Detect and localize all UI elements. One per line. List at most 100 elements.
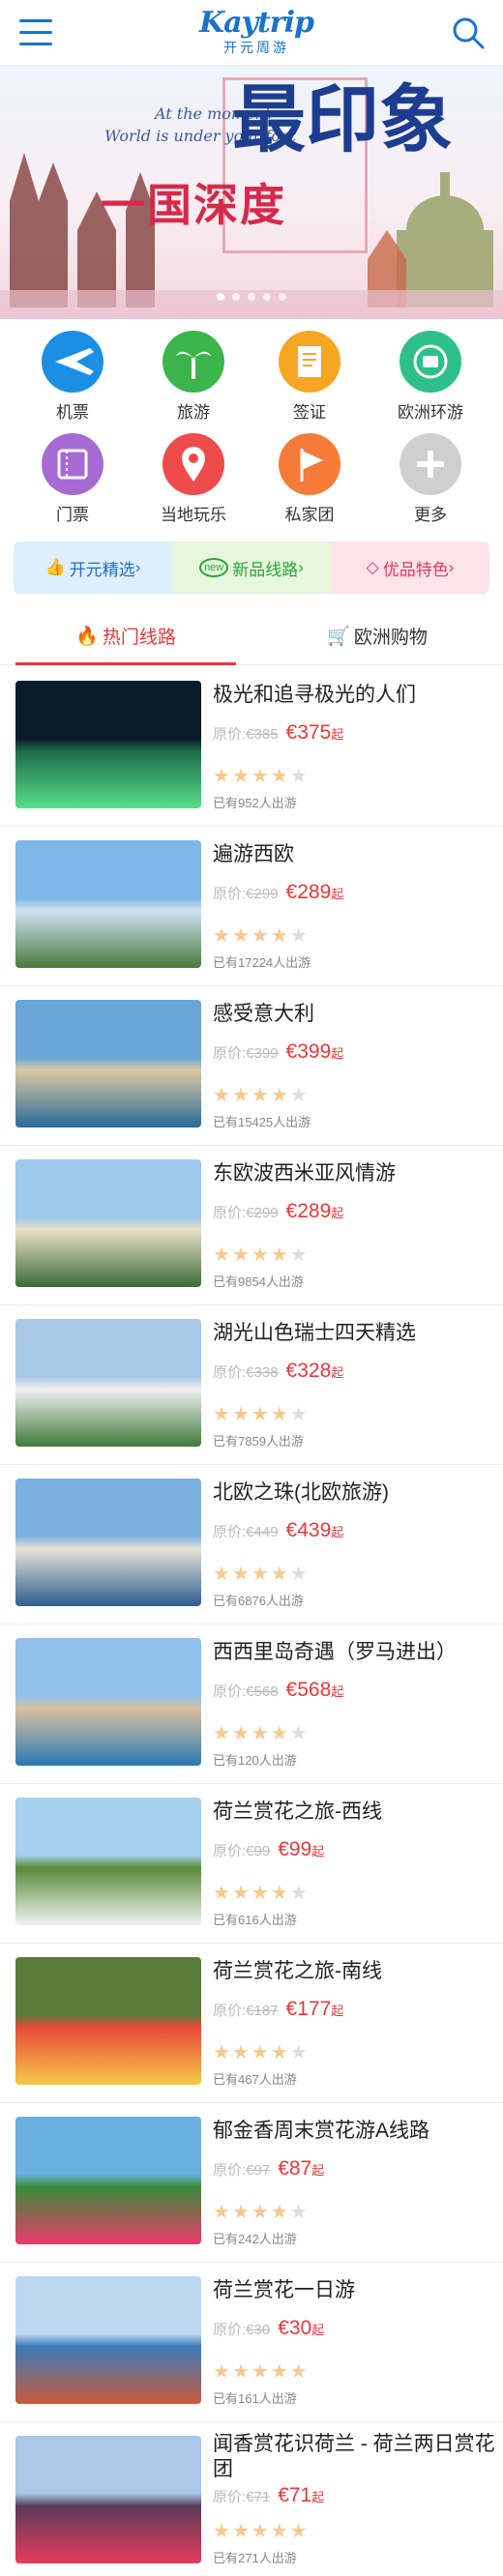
- promo-new[interactable]: new 新品线路 ›: [172, 542, 331, 594]
- tour-thumbnail[interactable]: [15, 1957, 201, 2085]
- tour-thumbnail[interactable]: [15, 1798, 201, 1925]
- tour-item[interactable]: 北欧之珠(北欧旅游) 原价:€449 €439起 ★★★★★ 已有6876人出游: [0, 1465, 503, 1625]
- tour-sold-count: 已有952人出游: [213, 796, 297, 810]
- category-label: 欧洲环游: [398, 403, 463, 422]
- star-icon: ★: [213, 2202, 232, 2223]
- tour-thumbnail[interactable]: [15, 2117, 201, 2244]
- tour-thumbnail[interactable]: [15, 1319, 201, 1447]
- tour-item[interactable]: 极光和追寻极光的人们 原价:€385 €375起 ★★★★★ 已有952人出游: [0, 667, 503, 827]
- category-palm-tree[interactable]: 旅游: [135, 331, 252, 423]
- banner-cn-big: 最印象: [232, 76, 453, 162]
- tour-item[interactable]: 感受意大利 原价:€399 €399起 ★★★★★ 已有15425人出游: [0, 986, 503, 1146]
- star-icon: ★: [231, 2202, 252, 2223]
- tour-item[interactable]: 郁金香周末赏花游A线路 原价:€97 €87起 ★★★★★ 已有242人出游: [0, 2103, 503, 2263]
- category-flag[interactable]: 私家团: [252, 433, 368, 525]
- tour-thumbnail[interactable]: [15, 2276, 201, 2404]
- category-document[interactable]: 签证: [252, 331, 368, 423]
- category-plane[interactable]: 机票: [15, 331, 131, 423]
- tour-item[interactable]: 湖光山色瑞士四天精选 原价:€338 €328起 ★★★★★ 已有7859人出游: [0, 1305, 503, 1465]
- tour-title[interactable]: 遍游西欧: [213, 842, 495, 867]
- tour-item[interactable]: 荷兰赏花一日游 原价:€30 €30起 ★★★★★ 已有161人出游: [0, 2263, 503, 2422]
- star-icon: ★: [289, 1564, 310, 1585]
- category-label: 更多: [414, 506, 447, 524]
- banner-pager[interactable]: [0, 288, 503, 306]
- tour-thumbnail[interactable]: [15, 1478, 201, 1606]
- tour-title[interactable]: 感受意大利: [213, 1002, 495, 1027]
- current-price: €289: [285, 1200, 332, 1222]
- tour-title[interactable]: 西西里岛奇遇（罗马进出）: [213, 1640, 495, 1665]
- tour-thumbnail[interactable]: [15, 1159, 201, 1287]
- orig-price: €449: [246, 1524, 279, 1540]
- menu-icon[interactable]: [19, 19, 52, 46]
- star-icon: ★: [289, 1404, 310, 1425]
- tour-title[interactable]: 荷兰赏花之旅-西线: [213, 1800, 495, 1825]
- tour-item[interactable]: 荷兰赏花之旅-南线 原价:€187 €177起 ★★★★★ 已有467人出游: [0, 1944, 503, 2103]
- category-plus[interactable]: 更多: [372, 433, 488, 525]
- tour-item[interactable]: 西西里岛奇遇（罗马进出） 原价:€568 €568起 ★★★★★ 已有120人出游: [0, 1625, 503, 1784]
- star-icon: ★: [251, 2202, 271, 2223]
- orig-price-prefix: 原价:: [213, 1683, 247, 1700]
- tour-item[interactable]: 遍游西欧 原价:€299 €289起 ★★★★★ 已有17224人出游: [0, 827, 503, 986]
- tour-thumbnail[interactable]: [15, 840, 201, 968]
- star-icon: ★: [213, 2361, 232, 2383]
- category-location-pin[interactable]: 当地玩乐: [135, 433, 252, 525]
- tour-thumbnail[interactable]: [15, 1638, 201, 1766]
- star-icon: ★: [289, 1883, 310, 1904]
- star-icon: ★: [289, 1723, 310, 1744]
- star-rating: ★★★★★: [213, 2519, 310, 2543]
- promo-featured[interactable]: 👍 开元精选 ›: [14, 542, 172, 594]
- star-icon: ★: [213, 1883, 232, 1904]
- palm-tree-icon: [163, 331, 224, 393]
- search-icon[interactable]: [451, 15, 486, 50]
- tour-sold-count: 已有17224人出游: [213, 955, 311, 970]
- orig-price-prefix: 原价:: [213, 2489, 247, 2505]
- tour-title[interactable]: 极光和追寻极光的人们: [213, 683, 495, 708]
- cart-icon: 🛒: [327, 626, 350, 647]
- hero-banner[interactable]: At the moment World is under your foot 一…: [0, 66, 503, 319]
- star-icon: ★: [231, 1404, 252, 1425]
- price-from-suffix: 起: [331, 1046, 344, 1061]
- logo[interactable]: Kaytrip 开元周游: [193, 8, 319, 62]
- orig-price: €99: [246, 1843, 271, 1859]
- tour-thumbnail[interactable]: [15, 1000, 201, 1127]
- tour-title[interactable]: 闻香赏花识荷兰 - 荷兰两日赏花团: [213, 2432, 495, 2482]
- orig-price-prefix: 原价:: [213, 726, 247, 743]
- price-from-suffix: 起: [331, 727, 344, 742]
- star-icon: ★: [231, 1564, 252, 1585]
- tour-price-row: 原价:€399 €399起: [213, 1040, 343, 1064]
- tour-title[interactable]: 荷兰赏花一日游: [213, 2278, 495, 2303]
- tour-title[interactable]: 东欧波西米亚风情游: [213, 1161, 495, 1186]
- tour-item[interactable]: 东欧波西米亚风情游 原价:€299 €289起 ★★★★★ 已有9854人出游: [0, 1146, 503, 1305]
- star-icon: ★: [251, 1723, 271, 1744]
- tour-title[interactable]: 湖光山色瑞士四天精选: [213, 1321, 495, 1346]
- star-icon: ★: [289, 925, 310, 947]
- tour-sold-count: 已有271人出游: [213, 2551, 297, 2565]
- tab-hot-routes[interactable]: 🔥 热门线路: [0, 607, 252, 665]
- tab-europe-shopping[interactable]: 🛒 欧洲购物: [252, 607, 503, 664]
- category-label: 门票: [56, 506, 89, 524]
- orig-price-prefix: 原价:: [213, 1045, 247, 1062]
- current-price: €328: [285, 1360, 332, 1382]
- tour-title[interactable]: 荷兰赏花之旅-南线: [213, 1959, 495, 1984]
- tour-title[interactable]: 郁金香周末赏花游A线路: [213, 2119, 495, 2144]
- star-icon: ★: [289, 766, 310, 787]
- tab-hot-routes-label: 热门线路: [102, 628, 176, 648]
- tour-title[interactable]: 北欧之珠(北欧旅游): [213, 1480, 495, 1506]
- orig-price: €187: [246, 2003, 279, 2019]
- tour-item[interactable]: 荷兰赏花之旅-西线 原价:€99 €99起 ★★★★★ 已有616人出游: [0, 1784, 503, 1944]
- promo-quality[interactable]: ◇ 优品特色 ›: [331, 542, 489, 594]
- orig-price: €299: [246, 1205, 279, 1221]
- tour-thumbnail[interactable]: [15, 681, 201, 808]
- logo-text-cn: 开元周游: [223, 40, 289, 55]
- star-icon: ★: [270, 2042, 290, 2064]
- tour-item[interactable]: 闻香赏花识荷兰 - 荷兰两日赏花团 原价:€71 €71起 ★★★★★ 已有271人出游: [0, 2422, 503, 2576]
- category-ticket[interactable]: 门票: [15, 433, 131, 525]
- star-rating: ★★★★★: [213, 1243, 310, 1267]
- current-price: €177: [285, 1998, 332, 2020]
- star-icon: ★: [270, 1564, 290, 1585]
- orig-price-prefix: 原价:: [213, 2003, 247, 2019]
- orig-price-prefix: 原价:: [213, 886, 247, 902]
- star-icon: ★: [289, 2361, 310, 2383]
- category-globe-bus[interactable]: 欧洲环游: [372, 331, 488, 423]
- tour-thumbnail[interactable]: [15, 2436, 201, 2563]
